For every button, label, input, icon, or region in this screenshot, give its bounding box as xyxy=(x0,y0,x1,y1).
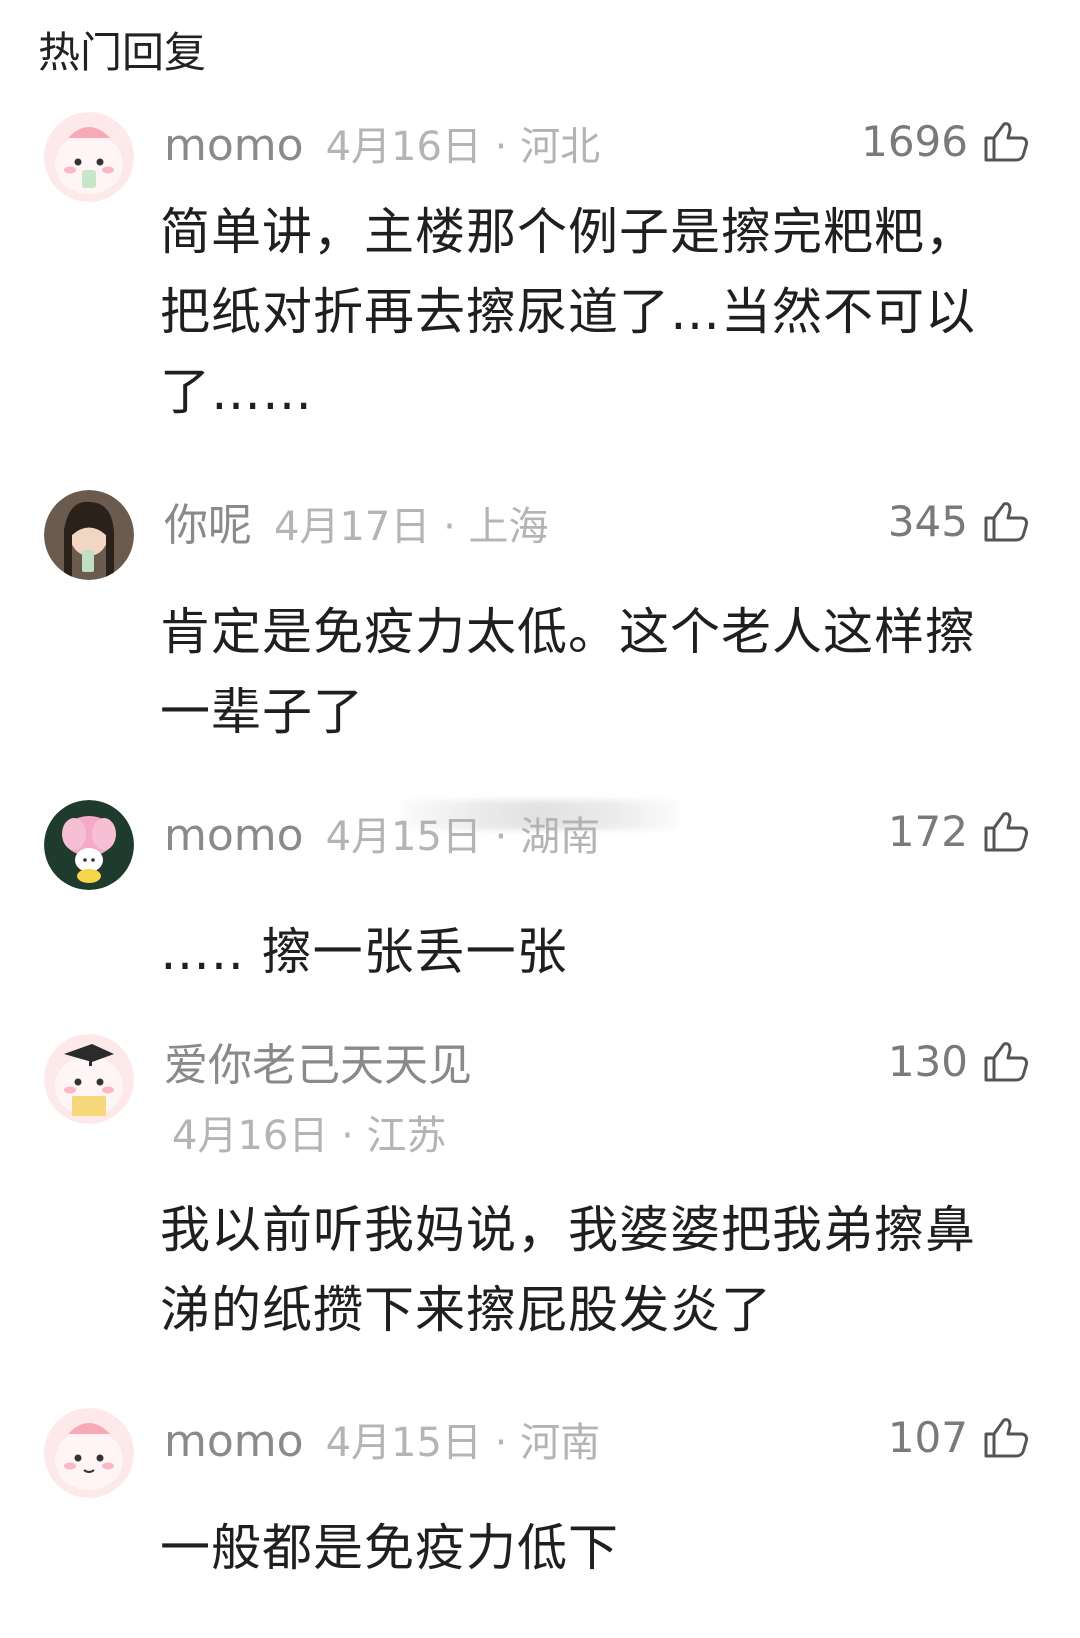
comment-date: 4月16日 xyxy=(325,124,482,170)
like-count: 130 xyxy=(887,1037,968,1086)
username[interactable]: 爱你老己天天见 xyxy=(164,1040,472,1091)
section-title: 热门回复 xyxy=(38,28,207,77)
comment-meta: momo 4月15日 · 湖南 xyxy=(164,810,600,863)
comment-meta: 你呢 4月17日 · 上海 xyxy=(164,500,549,553)
like-count: 1696 xyxy=(861,117,968,166)
avatar[interactable] xyxy=(44,1408,134,1498)
comment-location: 湖南 xyxy=(520,814,601,860)
avatar[interactable] xyxy=(44,490,134,580)
thumbs-up-icon[interactable] xyxy=(980,116,1032,168)
date-location: 4月15日 · 河南 xyxy=(326,1420,601,1466)
comment-page: 热门回复 momo 4月16日 · 河北 1696 简单讲，主楼那个例子是擦完粑… xyxy=(0,0,1080,1638)
date-location: 4月15日 · 湖南 xyxy=(326,814,601,860)
date-location: 4月17日 · 上海 xyxy=(274,504,549,550)
like-button[interactable]: 345 xyxy=(888,496,1032,548)
thumbs-up-icon[interactable] xyxy=(980,496,1032,548)
comment-meta: momo 4月16日 · 河北 xyxy=(164,120,600,173)
comment-text: 简单讲，主楼那个例子是擦完粑粑，把纸对折再去擦尿道了…当然不可以了…… xyxy=(160,203,976,421)
comment-meta: 爱你老己天天见 xyxy=(164,1040,472,1093)
comment-location: 河北 xyxy=(520,124,601,170)
comment-location: 河南 xyxy=(520,1420,601,1466)
comment-location: 江苏 xyxy=(366,1113,447,1159)
comment-text: ….. 擦一张丢一张 xyxy=(160,923,568,981)
like-count: 172 xyxy=(887,807,968,856)
separator: · xyxy=(341,1113,354,1159)
separator: · xyxy=(443,504,456,550)
username[interactable]: momo xyxy=(164,120,304,171)
comment-date: 4月17日 xyxy=(274,504,431,550)
username[interactable]: momo xyxy=(164,810,304,861)
comment-text: 肯定是免疫力太低。这个老人这样擦一辈子了 xyxy=(160,603,976,741)
like-button[interactable]: 1696 xyxy=(861,116,1032,168)
separator: · xyxy=(494,124,508,170)
like-button[interactable]: 130 xyxy=(888,1036,1032,1088)
date-location: 4月16日 · 河北 xyxy=(326,124,601,170)
separator: · xyxy=(494,1420,508,1466)
date-location: 4月16日 · 江苏 xyxy=(172,1112,447,1160)
separator: · xyxy=(494,814,508,860)
thumbs-up-icon[interactable] xyxy=(980,806,1032,858)
like-button[interactable]: 107 xyxy=(888,1412,1032,1464)
like-count: 107 xyxy=(887,1413,968,1462)
username[interactable]: 你呢 xyxy=(164,500,252,551)
comment-text: 一般都是免疫力低下 xyxy=(160,1519,619,1577)
thumbs-up-icon[interactable] xyxy=(980,1412,1032,1464)
comment-date: 4月15日 xyxy=(325,1420,482,1466)
like-count: 345 xyxy=(887,497,968,546)
comment-location: 上海 xyxy=(468,504,549,550)
comment-date: 4月15日 xyxy=(325,814,482,860)
avatar[interactable] xyxy=(44,1034,134,1124)
comment-meta: momo 4月15日 · 河南 xyxy=(164,1416,600,1469)
like-button[interactable]: 172 xyxy=(888,806,1032,858)
comment-date: 4月16日 xyxy=(172,1113,329,1159)
avatar[interactable] xyxy=(44,800,134,890)
thumbs-up-icon[interactable] xyxy=(980,1036,1032,1088)
comment-text: 我以前听我妈说，我婆婆把我弟擦鼻涕的纸攒下来擦屁股发炎了 xyxy=(160,1201,976,1339)
username[interactable]: momo xyxy=(164,1416,304,1467)
avatar[interactable] xyxy=(44,112,134,202)
